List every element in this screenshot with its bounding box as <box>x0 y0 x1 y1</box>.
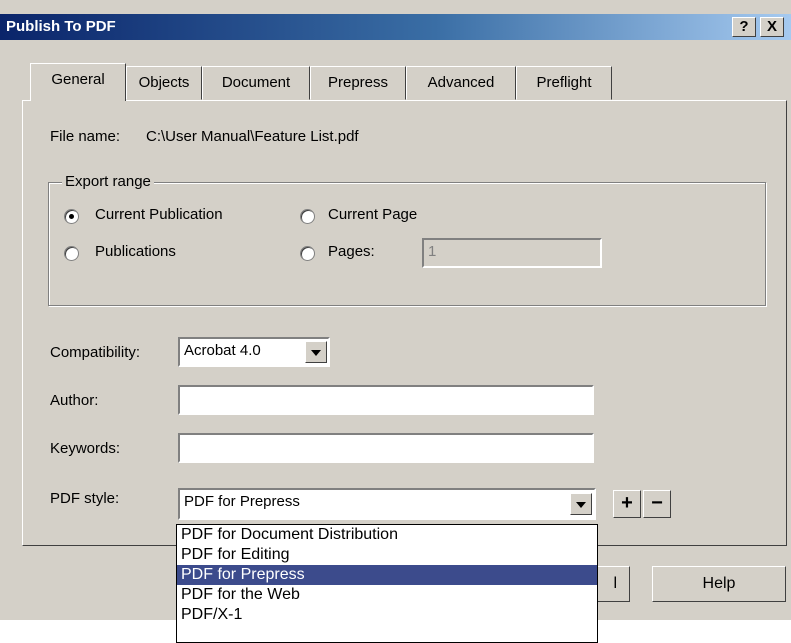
tab-advanced[interactable]: Advanced <box>406 66 516 100</box>
close-button[interactable]: X <box>760 17 784 37</box>
compatibility-value: Acrobat 4.0 <box>184 342 261 359</box>
pages-radio[interactable] <box>300 246 315 261</box>
add-style-button[interactable]: + <box>613 490 641 518</box>
pdf-style-value: PDF for Prepress <box>184 493 300 510</box>
list-item[interactable]: PDF for the Web <box>177 585 597 605</box>
chevron-down-icon <box>576 502 586 508</box>
keywords-label: Keywords: <box>50 440 121 457</box>
remove-style-button[interactable]: − <box>643 490 671 518</box>
export-range-legend: Export range <box>62 173 154 190</box>
help-titlebar-button[interactable]: ? <box>732 17 756 37</box>
pdf-style-listbox: PDF for Document Distribution PDF for Ed… <box>176 524 598 643</box>
list-item[interactable]: PDF/X-1 <box>177 605 597 625</box>
author-label: Author: <box>50 392 99 409</box>
tab-preflight[interactable]: Preflight <box>516 66 612 100</box>
author-input[interactable] <box>178 385 594 415</box>
tab-objects[interactable]: Objects <box>126 66 202 100</box>
pages-input[interactable]: 1 <box>422 238 602 268</box>
pages-label: Pages: <box>328 243 375 260</box>
current-page-radio[interactable] <box>300 209 315 224</box>
tab-document[interactable]: Document <box>202 66 310 100</box>
chevron-down-icon <box>311 350 321 356</box>
title-bar: Publish To PDF ? X <box>0 14 791 40</box>
pdf-style-label: PDF style: <box>50 490 120 507</box>
help-button[interactable]: Help <box>652 566 786 602</box>
publications-label: Publications <box>95 243 176 260</box>
list-item[interactable]: PDF for Document Distribution <box>177 525 597 545</box>
compatibility-label: Compatibility: <box>50 344 141 361</box>
publications-radio[interactable] <box>64 246 79 261</box>
list-item[interactable]: PDF for Editing <box>177 545 597 565</box>
tab-prepress[interactable]: Prepress <box>310 66 406 100</box>
compatibility-dropdown-button[interactable] <box>305 341 327 363</box>
current-page-label: Current Page <box>328 206 418 223</box>
publish-dialog: Publish To PDF ? X General Objects Docum… <box>0 0 791 643</box>
current-publication-radio[interactable] <box>64 209 79 224</box>
list-item-selected[interactable]: PDF for Prepress <box>177 565 597 585</box>
pdf-style-select[interactable]: PDF for Prepress <box>178 488 596 520</box>
current-publication-label: Current Publication <box>95 206 223 223</box>
tab-general[interactable]: General <box>30 63 126 101</box>
keywords-input[interactable] <box>178 433 594 463</box>
general-tab-panel <box>22 100 787 546</box>
pdf-style-dropdown-button[interactable] <box>570 493 592 515</box>
file-name-label: File name: <box>50 128 121 145</box>
file-name-value: C:\User Manual\Feature List.pdf <box>146 128 359 145</box>
window-title: Publish To PDF <box>6 18 116 35</box>
